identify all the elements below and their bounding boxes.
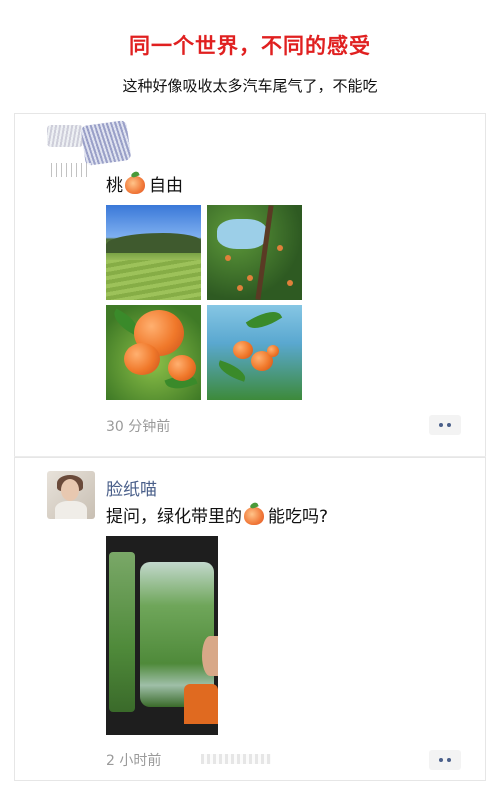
post-timestamp: 2 小时前: [106, 753, 162, 769]
peach-emoji-icon: [244, 507, 264, 525]
photo-bus-window[interactable]: [106, 536, 218, 735]
blurred-text: [201, 754, 271, 764]
page-subtitle: 这种好像吸收太多汽车尾气了，不能吃: [122, 77, 378, 95]
more-actions-button[interactable]: [429, 750, 461, 770]
post-timestamp: 30 分钟前: [106, 419, 171, 435]
post-text-part: 桃: [106, 176, 123, 196]
post-text-part: 自由: [149, 176, 183, 196]
username[interactable]: 脸纸喵: [106, 475, 157, 500]
post-text: 桃 自由: [106, 171, 183, 196]
moment-post-2: 脸纸喵 提问，绿化带里的 能吃吗? 2 小时前: [14, 457, 486, 781]
dot-icon: [447, 423, 451, 427]
dot-icon: [439, 758, 443, 762]
peach-emoji-icon: [125, 176, 145, 194]
avatar[interactable]: [47, 471, 95, 519]
photo-peach-tree[interactable]: [207, 205, 302, 300]
post-text-part: 提问，绿化带里的: [106, 507, 242, 527]
moment-post-1: 桃 自由 30 分钟前: [14, 113, 486, 458]
photo-orchard-landscape[interactable]: [106, 205, 201, 300]
dot-icon: [447, 758, 451, 762]
photo-peach-branch[interactable]: [207, 305, 302, 400]
dot-icon: [439, 423, 443, 427]
page-title: 同一个世界，不同的感受: [129, 34, 371, 58]
post-text-part: 能吃吗?: [268, 507, 329, 527]
more-actions-button[interactable]: [429, 415, 461, 435]
photo-peaches-closeup[interactable]: [106, 305, 201, 400]
post-text: 提问，绿化带里的 能吃吗?: [106, 502, 328, 527]
